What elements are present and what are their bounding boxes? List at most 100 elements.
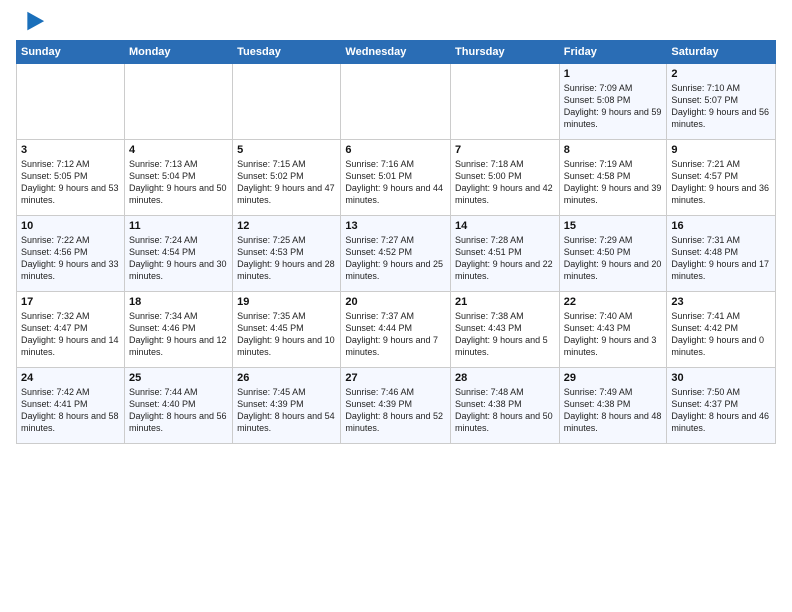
day-number: 1 <box>564 67 663 82</box>
logo <box>16 12 46 36</box>
day-number: 27 <box>345 371 446 386</box>
day-cell: 27Sunrise: 7:46 AM Sunset: 4:39 PM Dayli… <box>341 368 451 444</box>
day-info: Sunrise: 7:15 AM Sunset: 5:02 PM Dayligh… <box>237 158 336 207</box>
day-info: Sunrise: 7:49 AM Sunset: 4:38 PM Dayligh… <box>564 386 663 435</box>
day-info: Sunrise: 7:38 AM Sunset: 4:43 PM Dayligh… <box>455 310 555 359</box>
day-info: Sunrise: 7:48 AM Sunset: 4:38 PM Dayligh… <box>455 386 555 435</box>
day-number: 14 <box>455 219 555 234</box>
day-cell: 19Sunrise: 7:35 AM Sunset: 4:45 PM Dayli… <box>233 292 341 368</box>
day-number: 28 <box>455 371 555 386</box>
day-cell: 18Sunrise: 7:34 AM Sunset: 4:46 PM Dayli… <box>124 292 232 368</box>
day-info: Sunrise: 7:19 AM Sunset: 4:58 PM Dayligh… <box>564 158 663 207</box>
day-cell: 1Sunrise: 7:09 AM Sunset: 5:08 PM Daylig… <box>559 64 667 140</box>
calendar-table: SundayMondayTuesdayWednesdayThursdayFrid… <box>16 40 776 444</box>
day-cell: 9Sunrise: 7:21 AM Sunset: 4:57 PM Daylig… <box>667 140 776 216</box>
day-cell: 21Sunrise: 7:38 AM Sunset: 4:43 PM Dayli… <box>451 292 560 368</box>
header-cell-wednesday: Wednesday <box>341 41 451 64</box>
week-row-2: 3Sunrise: 7:12 AM Sunset: 5:05 PM Daylig… <box>17 140 776 216</box>
logo-icon <box>18 8 46 36</box>
day-info: Sunrise: 7:42 AM Sunset: 4:41 PM Dayligh… <box>21 386 120 435</box>
day-number: 15 <box>564 219 663 234</box>
day-number: 9 <box>671 143 771 158</box>
day-cell: 26Sunrise: 7:45 AM Sunset: 4:39 PM Dayli… <box>233 368 341 444</box>
day-cell: 3Sunrise: 7:12 AM Sunset: 5:05 PM Daylig… <box>17 140 125 216</box>
header-cell-friday: Friday <box>559 41 667 64</box>
week-row-4: 17Sunrise: 7:32 AM Sunset: 4:47 PM Dayli… <box>17 292 776 368</box>
day-cell: 13Sunrise: 7:27 AM Sunset: 4:52 PM Dayli… <box>341 216 451 292</box>
day-cell: 25Sunrise: 7:44 AM Sunset: 4:40 PM Dayli… <box>124 368 232 444</box>
day-number: 21 <box>455 295 555 310</box>
day-number: 22 <box>564 295 663 310</box>
day-cell: 12Sunrise: 7:25 AM Sunset: 4:53 PM Dayli… <box>233 216 341 292</box>
day-info: Sunrise: 7:31 AM Sunset: 4:48 PM Dayligh… <box>671 234 771 283</box>
day-info: Sunrise: 7:29 AM Sunset: 4:50 PM Dayligh… <box>564 234 663 283</box>
day-number: 13 <box>345 219 446 234</box>
day-cell: 11Sunrise: 7:24 AM Sunset: 4:54 PM Dayli… <box>124 216 232 292</box>
day-number: 26 <box>237 371 336 386</box>
header <box>16 12 776 36</box>
day-cell: 2Sunrise: 7:10 AM Sunset: 5:07 PM Daylig… <box>667 64 776 140</box>
day-number: 24 <box>21 371 120 386</box>
day-number: 16 <box>671 219 771 234</box>
day-info: Sunrise: 7:34 AM Sunset: 4:46 PM Dayligh… <box>129 310 228 359</box>
day-number: 7 <box>455 143 555 158</box>
day-number: 29 <box>564 371 663 386</box>
day-info: Sunrise: 7:37 AM Sunset: 4:44 PM Dayligh… <box>345 310 446 359</box>
day-cell <box>233 64 341 140</box>
day-number: 12 <box>237 219 336 234</box>
day-number: 17 <box>21 295 120 310</box>
day-info: Sunrise: 7:13 AM Sunset: 5:04 PM Dayligh… <box>129 158 228 207</box>
header-row: SundayMondayTuesdayWednesdayThursdayFrid… <box>17 41 776 64</box>
day-cell: 16Sunrise: 7:31 AM Sunset: 4:48 PM Dayli… <box>667 216 776 292</box>
day-info: Sunrise: 7:40 AM Sunset: 4:43 PM Dayligh… <box>564 310 663 359</box>
day-cell <box>17 64 125 140</box>
day-info: Sunrise: 7:21 AM Sunset: 4:57 PM Dayligh… <box>671 158 771 207</box>
day-number: 25 <box>129 371 228 386</box>
day-info: Sunrise: 7:44 AM Sunset: 4:40 PM Dayligh… <box>129 386 228 435</box>
week-row-5: 24Sunrise: 7:42 AM Sunset: 4:41 PM Dayli… <box>17 368 776 444</box>
day-cell: 24Sunrise: 7:42 AM Sunset: 4:41 PM Dayli… <box>17 368 125 444</box>
day-number: 2 <box>671 67 771 82</box>
day-number: 5 <box>237 143 336 158</box>
day-number: 4 <box>129 143 228 158</box>
day-info: Sunrise: 7:10 AM Sunset: 5:07 PM Dayligh… <box>671 82 771 131</box>
day-cell: 30Sunrise: 7:50 AM Sunset: 4:37 PM Dayli… <box>667 368 776 444</box>
day-cell: 22Sunrise: 7:40 AM Sunset: 4:43 PM Dayli… <box>559 292 667 368</box>
day-number: 18 <box>129 295 228 310</box>
day-info: Sunrise: 7:50 AM Sunset: 4:37 PM Dayligh… <box>671 386 771 435</box>
day-info: Sunrise: 7:45 AM Sunset: 4:39 PM Dayligh… <box>237 386 336 435</box>
day-number: 10 <box>21 219 120 234</box>
day-cell: 4Sunrise: 7:13 AM Sunset: 5:04 PM Daylig… <box>124 140 232 216</box>
day-info: Sunrise: 7:09 AM Sunset: 5:08 PM Dayligh… <box>564 82 663 131</box>
day-info: Sunrise: 7:35 AM Sunset: 4:45 PM Dayligh… <box>237 310 336 359</box>
week-row-3: 10Sunrise: 7:22 AM Sunset: 4:56 PM Dayli… <box>17 216 776 292</box>
day-info: Sunrise: 7:18 AM Sunset: 5:00 PM Dayligh… <box>455 158 555 207</box>
day-cell: 8Sunrise: 7:19 AM Sunset: 4:58 PM Daylig… <box>559 140 667 216</box>
day-info: Sunrise: 7:25 AM Sunset: 4:53 PM Dayligh… <box>237 234 336 283</box>
day-number: 6 <box>345 143 446 158</box>
day-info: Sunrise: 7:28 AM Sunset: 4:51 PM Dayligh… <box>455 234 555 283</box>
header-cell-saturday: Saturday <box>667 41 776 64</box>
day-number: 23 <box>671 295 771 310</box>
day-cell: 10Sunrise: 7:22 AM Sunset: 4:56 PM Dayli… <box>17 216 125 292</box>
day-info: Sunrise: 7:32 AM Sunset: 4:47 PM Dayligh… <box>21 310 120 359</box>
day-cell: 23Sunrise: 7:41 AM Sunset: 4:42 PM Dayli… <box>667 292 776 368</box>
day-number: 19 <box>237 295 336 310</box>
day-info: Sunrise: 7:16 AM Sunset: 5:01 PM Dayligh… <box>345 158 446 207</box>
day-info: Sunrise: 7:27 AM Sunset: 4:52 PM Dayligh… <box>345 234 446 283</box>
header-cell-monday: Monday <box>124 41 232 64</box>
day-cell: 17Sunrise: 7:32 AM Sunset: 4:47 PM Dayli… <box>17 292 125 368</box>
day-cell: 14Sunrise: 7:28 AM Sunset: 4:51 PM Dayli… <box>451 216 560 292</box>
day-number: 8 <box>564 143 663 158</box>
day-number: 30 <box>671 371 771 386</box>
day-cell: 20Sunrise: 7:37 AM Sunset: 4:44 PM Dayli… <box>341 292 451 368</box>
day-number: 11 <box>129 219 228 234</box>
day-cell: 6Sunrise: 7:16 AM Sunset: 5:01 PM Daylig… <box>341 140 451 216</box>
day-cell: 15Sunrise: 7:29 AM Sunset: 4:50 PM Dayli… <box>559 216 667 292</box>
header-cell-tuesday: Tuesday <box>233 41 341 64</box>
day-cell: 28Sunrise: 7:48 AM Sunset: 4:38 PM Dayli… <box>451 368 560 444</box>
day-info: Sunrise: 7:22 AM Sunset: 4:56 PM Dayligh… <box>21 234 120 283</box>
day-number: 3 <box>21 143 120 158</box>
day-info: Sunrise: 7:46 AM Sunset: 4:39 PM Dayligh… <box>345 386 446 435</box>
day-cell: 7Sunrise: 7:18 AM Sunset: 5:00 PM Daylig… <box>451 140 560 216</box>
